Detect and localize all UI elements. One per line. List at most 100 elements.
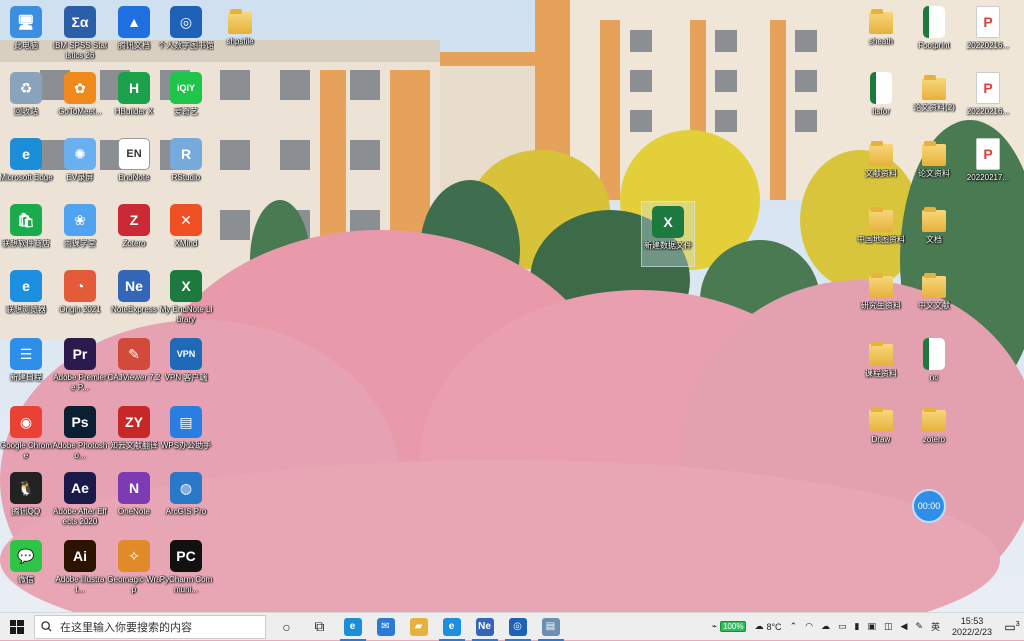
desktop-icon-24[interactable]: VPN VPN 客户端: [160, 334, 212, 398]
desktop-icon-4[interactable]: shpsfile: [214, 2, 266, 66]
desktop-icon-10[interactable]: ✺ EV录屏: [54, 134, 106, 198]
desktop-icon-29[interactable]: 🐧 腾讯QQ: [0, 468, 52, 532]
desktop-icon-label: 联想软件商店: [2, 239, 50, 248]
desktop-icon-35[interactable]: ✧ Geomagic Wrap: [107, 536, 161, 600]
desktop-icon-1[interactable]: Σα IBM SPSS Statistics 26: [52, 2, 108, 66]
desktop-icon-26[interactable]: Ps Adobe Photosho...: [53, 402, 107, 466]
desktop-icon-9[interactable]: e Microsoft Edge: [0, 134, 53, 198]
desktop-icon-graphic-icon: ♻: [10, 72, 42, 104]
monitor-icon[interactable]: ▭: [838, 621, 847, 632]
desktop-icon-47[interactable]: 中国地图资料: [855, 200, 907, 264]
desktop-icon-label: IBM SPSS Statistics 26: [52, 41, 108, 60]
recording-timer[interactable]: 00:00: [912, 489, 946, 523]
desktop-icon-15[interactable]: Z Zotero: [108, 200, 160, 264]
desktop-icon-48[interactable]: 文档: [908, 200, 960, 264]
taskbar-mail[interactable]: ✉: [369, 613, 402, 641]
windows-logo-icon: [10, 619, 24, 634]
desktop-icon-16[interactable]: ✕ XMind: [160, 200, 212, 264]
pen-icon[interactable]: ✎: [915, 621, 923, 632]
desktop-icon-graphic-icon: N: [118, 472, 150, 504]
taskbar-file-explorer[interactable]: ▰: [402, 613, 435, 641]
desktop-icon-54[interactable]: zotero: [908, 400, 960, 464]
desktop-icon-34[interactable]: Ai Adobe Illustrat...: [54, 536, 106, 600]
desktop-icon-19[interactable]: Ne NoteExpress: [108, 266, 160, 330]
desktop-icon-13[interactable]: 🛍 联想软件商店: [0, 200, 52, 264]
desktop-icon-3[interactable]: ◎ 个人数字图书馆: [158, 2, 214, 66]
taskbar-task-view[interactable]: ⧉: [303, 613, 336, 641]
desktop-icon-32[interactable]: ◍ ArcGIS Pro: [160, 468, 212, 532]
desktop-icon-42[interactable]: 论文资料(2): [908, 68, 960, 132]
desktop-icon-33[interactable]: 💬 微信: [0, 536, 52, 600]
desktop-icon-43[interactable]: P 20220216...: [962, 68, 1014, 132]
taskbar-edge[interactable]: e: [336, 613, 369, 641]
desktop-icon-52[interactable]: nc: [908, 334, 960, 398]
desktop-icon-17[interactable]: e 联想浏览器: [0, 266, 52, 330]
taskbar-cortana[interactable]: ○: [270, 613, 303, 641]
notification-center-button[interactable]: ▭3: [1000, 613, 1024, 641]
desktop-icon-27[interactable]: ZY 知云文献翻译: [108, 402, 160, 466]
app-tray-icon[interactable]: ▣: [867, 621, 876, 632]
desktop-icon-label: 联想浏览器: [6, 305, 46, 314]
clock[interactable]: 15:53 2022/2/23: [952, 616, 992, 638]
desktop-icon-graphic-icon: ◉: [10, 406, 42, 438]
network-icon[interactable]: ◠: [805, 621, 813, 632]
taskbar-digital-library[interactable]: ◎: [501, 613, 534, 641]
taskbar-search-box[interactable]: 在这里输入你要搜索的内容: [34, 614, 266, 639]
desktop-icon-18[interactable]: ◔ Origin 2021: [54, 266, 106, 330]
desktop-icon-25[interactable]: ◉ Google Chrome: [0, 402, 52, 466]
desktop-icon-36[interactable]: PC PyCharm Communi...: [160, 536, 212, 600]
desktop-icon-45[interactable]: 论文资料: [908, 134, 960, 198]
desktop-icon-label: 20220216...: [966, 107, 1010, 116]
desktop-icon-label: 课程资料: [865, 369, 897, 378]
battery-indicator[interactable]: ⌁ 100%: [712, 621, 747, 632]
desktop-icon-30[interactable]: Ae Adobe After Effects 2020: [53, 468, 107, 532]
cloud-icon[interactable]: ☁: [821, 621, 830, 632]
weather-widget[interactable]: ☁ 8°C: [754, 621, 781, 632]
desktop-icon-graphic-icon: iQIY: [170, 72, 202, 104]
desktop-icon-graphic-icon: ◍: [170, 472, 202, 504]
desktop-icon-8[interactable]: iQIY 爱奇艺: [160, 68, 212, 132]
desktop-icon-39[interactable]: Footprint: [908, 2, 960, 66]
desktop-icon-graphic-icon: Σα: [64, 6, 96, 38]
desktop-icon-53[interactable]: Draw: [855, 400, 907, 464]
desktop-icon-2[interactable]: ▲ 腾讯文档: [108, 2, 160, 66]
desktop-icon-graphic-icon: [923, 6, 945, 38]
desktop-icon-graphic-icon: [869, 341, 893, 366]
desktop-icon-23[interactable]: ✎ CAJViewer 7.2: [108, 334, 160, 398]
desktop-icon-49[interactable]: 研究生资料: [855, 266, 907, 330]
chevron-up-icon[interactable]: ⌃: [790, 621, 798, 632]
desktop-icon-0[interactable]: 🖥 此电脑: [0, 2, 52, 66]
desktop-icon-28[interactable]: ▤ WPS办公助手: [160, 402, 212, 466]
desktop-icon-44[interactable]: 文献资料: [855, 134, 907, 198]
desktop-icon-31[interactable]: N OneNote: [108, 468, 160, 532]
desktop-icon-6[interactable]: ✿ GoToMeet...: [54, 68, 106, 132]
desktop-icon-label: 20220217...: [966, 173, 1010, 182]
desktop-icon-51[interactable]: 课程资料: [855, 334, 907, 398]
desktop-icon-graphic-icon: ✧: [118, 540, 150, 572]
taskbar-noteexpress[interactable]: Ne: [468, 613, 501, 641]
plug-icon: ⌁: [711, 621, 717, 631]
microphone-icon[interactable]: ▮: [854, 621, 859, 632]
desktop-icon-22[interactable]: Pr Adobe Premiere P...: [53, 334, 107, 398]
desktop-icon-12[interactable]: R RStudio: [160, 134, 212, 198]
desktop-icon-5[interactable]: ♻ 回收站: [0, 68, 52, 132]
desktop-icon-7[interactable]: H HBuilder X: [108, 68, 160, 132]
taskbar-notepad[interactable]: ▤: [534, 613, 567, 641]
input-method-indicator[interactable]: 英: [931, 620, 940, 633]
desktop-icon-20[interactable]: X My EndNote Library: [160, 266, 212, 330]
desktop-icon-11[interactable]: EN EndNote: [108, 134, 160, 198]
desktop-icon-50[interactable]: 中文文献: [908, 266, 960, 330]
desktop-icon-40[interactable]: P 20220216...: [962, 2, 1014, 66]
desktop-icon-46[interactable]: P 20220217...: [962, 134, 1014, 198]
desktop-icon-14[interactable]: ❀ 雨课学堂: [54, 200, 106, 264]
desktop-icon-41[interactable]: Itsfor: [855, 68, 907, 132]
desktop-icon-21[interactable]: ☰ 新建日程: [0, 334, 52, 398]
taskbar-lenovo-browser[interactable]: e: [435, 613, 468, 641]
desktop-icon-graphic-icon: ✎: [118, 338, 150, 370]
search-icon: [41, 621, 52, 632]
desktop-icon-37[interactable]: X 新建数据文件: [641, 201, 695, 267]
camera-icon[interactable]: ◫: [884, 621, 893, 632]
desktop-icon-38[interactable]: sheath: [855, 2, 907, 66]
speaker-icon[interactable]: ◀: [900, 621, 907, 632]
start-button[interactable]: [0, 613, 34, 641]
